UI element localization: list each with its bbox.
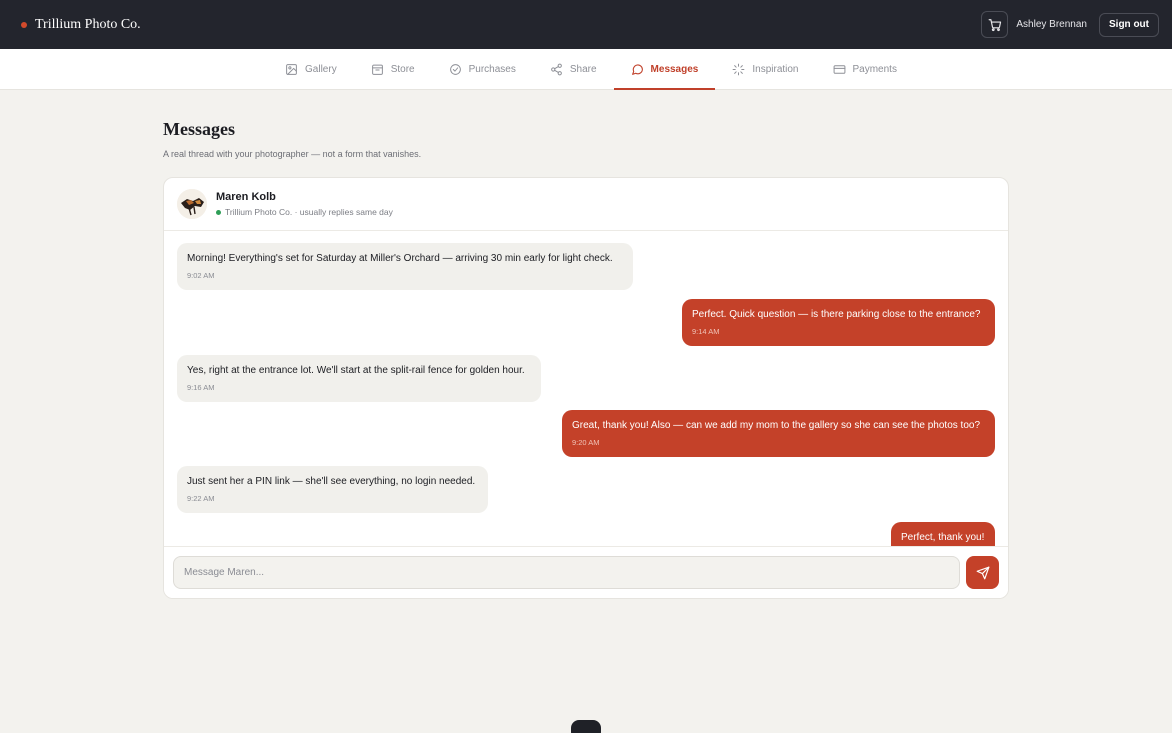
message-time: 9:20 AM bbox=[572, 437, 600, 447]
tab-messages[interactable]: Messages bbox=[613, 49, 716, 90]
main-nav-tabs: Gallery Store Purchases Share Messages I… bbox=[0, 49, 1172, 90]
contact-meta-text: Trillium Photo Co. · usually replies sam… bbox=[225, 207, 393, 217]
message-time: 9:16 AM bbox=[187, 382, 215, 392]
message-thread[interactable]: Morning! Everything's set for Saturday a… bbox=[164, 232, 1008, 548]
online-status-icon bbox=[216, 209, 221, 215]
conversation-card: Maren Kolb Trillium Photo Co. · usually … bbox=[163, 177, 1009, 599]
message-outgoing: Perfect, thank you! bbox=[891, 522, 995, 548]
image-icon bbox=[286, 63, 297, 75]
header-actions: Ashley Brennan Sign out bbox=[981, 11, 1159, 38]
contact-meta: Trillium Photo Co. · usually replies sam… bbox=[216, 207, 393, 217]
brand-name: Trillium Photo Co. bbox=[35, 16, 141, 32]
tab-label: Messages bbox=[650, 63, 699, 75]
avatar bbox=[177, 189, 207, 219]
message-outgoing: Great, thank you! Also — can we add my m… bbox=[562, 410, 995, 457]
tab-gallery[interactable]: Gallery bbox=[268, 49, 354, 89]
tab-label: Purchases bbox=[468, 63, 516, 75]
tab-label: Share bbox=[569, 63, 597, 75]
message-text: Great, thank you! Also — can we add my m… bbox=[572, 420, 981, 431]
card-icon bbox=[833, 64, 845, 74]
send-button[interactable] bbox=[966, 556, 999, 589]
brand-dot-icon bbox=[21, 21, 27, 28]
page-subtitle: A real thread with your photographer — n… bbox=[163, 149, 422, 159]
user-name: Ashley Brennan bbox=[1016, 19, 1087, 30]
share-icon bbox=[550, 63, 562, 75]
tab-label: Store bbox=[390, 63, 415, 75]
message-text: Morning! Everything's set for Saturday a… bbox=[187, 253, 613, 264]
message-outgoing: Perfect. Quick question — is there parki… bbox=[682, 299, 995, 346]
top-bar: Trillium Photo Co. Ashley Brennan Sign o… bbox=[0, 0, 1172, 49]
store-icon bbox=[371, 64, 383, 75]
message-composer bbox=[164, 546, 1008, 598]
contact-name: Maren Kolb bbox=[216, 191, 276, 203]
cart-icon bbox=[988, 18, 1002, 31]
brand[interactable]: Trillium Photo Co. bbox=[21, 17, 141, 33]
message-input[interactable] bbox=[173, 556, 960, 589]
contact-info: Maren Kolb Trillium Photo Co. · usually … bbox=[216, 191, 393, 217]
cart-button[interactable] bbox=[981, 11, 1009, 38]
tab-purchases[interactable]: Purchases bbox=[432, 49, 533, 89]
tab-label: Gallery bbox=[305, 63, 337, 75]
message-time: 9:14 AM bbox=[692, 326, 720, 336]
photographer-avatar-icon bbox=[177, 189, 207, 219]
tab-store[interactable]: Store bbox=[354, 49, 432, 89]
tab-payments[interactable]: Payments bbox=[816, 49, 914, 89]
message-text: Perfect. Quick question — is there parki… bbox=[692, 309, 981, 320]
tab-label: Payments bbox=[852, 63, 897, 75]
page-title: Messages bbox=[163, 119, 235, 139]
message-incoming: Just sent her a PIN link — she'll see ev… bbox=[177, 466, 488, 513]
message-time: 9:22 AM bbox=[187, 493, 215, 503]
message-incoming: Morning! Everything's set for Saturday a… bbox=[177, 243, 633, 290]
floating-toolbar-handle[interactable] bbox=[571, 720, 601, 733]
message-incoming: Yes, right at the entrance lot. We'll st… bbox=[177, 355, 541, 402]
sparkle-icon bbox=[732, 63, 745, 75]
sign-out-button[interactable]: Sign out bbox=[1099, 12, 1159, 37]
send-icon bbox=[976, 566, 989, 579]
conversation-header: Maren Kolb Trillium Photo Co. · usually … bbox=[164, 178, 1008, 231]
tab-label: Inspiration bbox=[752, 63, 799, 75]
tab-inspiration[interactable]: Inspiration bbox=[715, 49, 815, 89]
message-text: Perfect, thank you! bbox=[901, 532, 985, 543]
message-time: 9:02 AM bbox=[187, 270, 215, 280]
message-text: Yes, right at the entrance lot. We'll st… bbox=[187, 365, 525, 376]
tab-share[interactable]: Share bbox=[533, 49, 614, 89]
check-circle-icon bbox=[449, 63, 461, 75]
message-icon bbox=[631, 63, 643, 75]
message-text: Just sent her a PIN link — she'll see ev… bbox=[187, 476, 476, 487]
